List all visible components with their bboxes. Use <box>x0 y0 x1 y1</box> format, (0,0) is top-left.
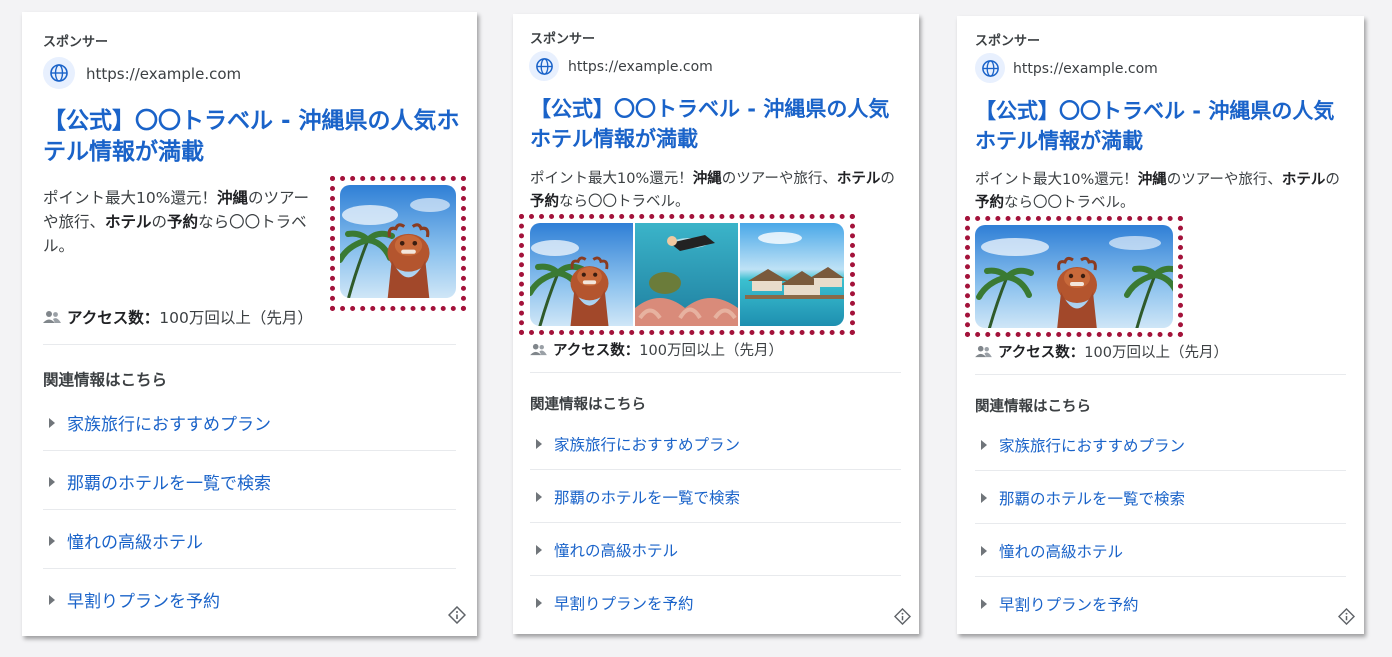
ad-description: ポイント最大10%還元！沖縄のツアーや旅行、ホテルの予約なら〇〇トラベル。 <box>530 171 895 210</box>
sponsored-label: スポンサー <box>43 35 109 50</box>
divider <box>530 372 901 373</box>
people-icon <box>43 311 61 323</box>
ad-info-icon[interactable] <box>447 605 467 628</box>
sitelink-1[interactable]: 家族旅行におすすめプラン <box>536 433 740 455</box>
highlight-frame <box>965 216 1183 337</box>
triangle-right-icon <box>981 599 987 609</box>
triangle-right-icon <box>49 535 55 546</box>
access-count: アクセス数： 100万回以上（先月） <box>43 306 313 328</box>
triangle-right-icon <box>49 417 55 428</box>
divider <box>530 469 901 470</box>
globe-icon <box>43 57 75 89</box>
sitelink-3[interactable]: 憧れの高級ホテル <box>981 540 1123 562</box>
sitelink-2[interactable]: 那覇のホテルを一覧で検索 <box>536 486 740 508</box>
triangle-right-icon <box>49 476 55 487</box>
divider <box>43 568 456 569</box>
ad-title-link[interactable]: 【公式】〇〇トラベル - 沖縄県の人気ホテル情報が満載 <box>43 106 463 168</box>
ad-description: ポイント最大10%還元！沖縄のツアーや旅行、ホテルの予約なら〇〇トラベル。 <box>43 189 310 255</box>
highlight-frame <box>519 214 855 335</box>
divider <box>975 576 1346 577</box>
ad-url[interactable]: https://example.com <box>86 65 241 83</box>
ad-info-icon[interactable] <box>893 607 912 629</box>
triangle-right-icon <box>536 598 542 608</box>
triangle-right-icon <box>981 546 987 556</box>
ad-title-link[interactable]: 【公式】〇〇トラベル - 沖縄県の人気ホテル情報が満載 <box>530 94 910 154</box>
sitelink-1[interactable]: 家族旅行におすすめプラン <box>49 410 271 435</box>
sitelink-3[interactable]: 憧れの高級ホテル <box>536 539 678 561</box>
divider <box>530 575 901 576</box>
ad-description: ポイント最大10%還元！沖縄のツアーや旅行、ホテルの予約なら〇〇トラベル。 <box>975 172 1340 211</box>
triangle-right-icon <box>536 545 542 555</box>
related-heading: 関連情報はこちら <box>530 397 646 413</box>
sitelink-1[interactable]: 家族旅行におすすめプラン <box>981 434 1185 456</box>
triangle-right-icon <box>981 440 987 450</box>
divider <box>530 522 901 523</box>
triangle-right-icon <box>49 594 55 605</box>
sitelink-3[interactable]: 憧れの高級ホテル <box>49 528 203 553</box>
sponsored-label: スポンサー <box>975 34 1041 49</box>
ad-card-3: スポンサー https://example.com 【公式】〇〇トラベル - 沖… <box>957 16 1364 634</box>
globe-icon <box>975 53 1005 83</box>
ad-title-link[interactable]: 【公式】〇〇トラベル - 沖縄県の人気ホテル情報が満載 <box>975 96 1355 156</box>
ad-info-icon[interactable] <box>1337 607 1356 629</box>
people-icon <box>530 343 547 356</box>
divider <box>43 450 456 451</box>
sitelink-2[interactable]: 那覇のホテルを一覧で検索 <box>49 469 271 494</box>
ad-card-1: スポンサー https://example.com 【公式】〇〇トラベル - 沖… <box>22 12 477 636</box>
triangle-right-icon <box>536 492 542 502</box>
related-heading: 関連情報はこちら <box>43 371 168 389</box>
triangle-right-icon <box>981 493 987 503</box>
ad-url[interactable]: https://example.com <box>1013 61 1158 77</box>
globe-icon <box>529 51 559 81</box>
people-icon <box>975 345 992 358</box>
related-heading: 関連情報はこちら <box>975 399 1091 415</box>
sitelink-4[interactable]: 早割りプランを予約 <box>981 593 1139 615</box>
divider <box>975 523 1346 524</box>
divider <box>43 509 456 510</box>
divider <box>975 374 1346 375</box>
triangle-right-icon <box>536 439 542 449</box>
ad-card-2: スポンサー https://example.com 【公式】〇〇トラベル - 沖… <box>513 14 919 634</box>
sponsored-label: スポンサー <box>530 32 596 47</box>
sitelink-4[interactable]: 早割りプランを予約 <box>49 587 220 612</box>
divider <box>975 470 1346 471</box>
sitelink-2[interactable]: 那覇のホテルを一覧で検索 <box>981 487 1185 509</box>
ad-url[interactable]: https://example.com <box>568 59 713 75</box>
divider <box>43 344 456 345</box>
highlight-frame <box>330 176 466 311</box>
access-count: アクセス数： 100万回以上（先月） <box>975 341 1228 362</box>
sitelink-4[interactable]: 早割りプランを予約 <box>536 592 694 614</box>
access-count: アクセス数： 100万回以上（先月） <box>530 339 783 360</box>
